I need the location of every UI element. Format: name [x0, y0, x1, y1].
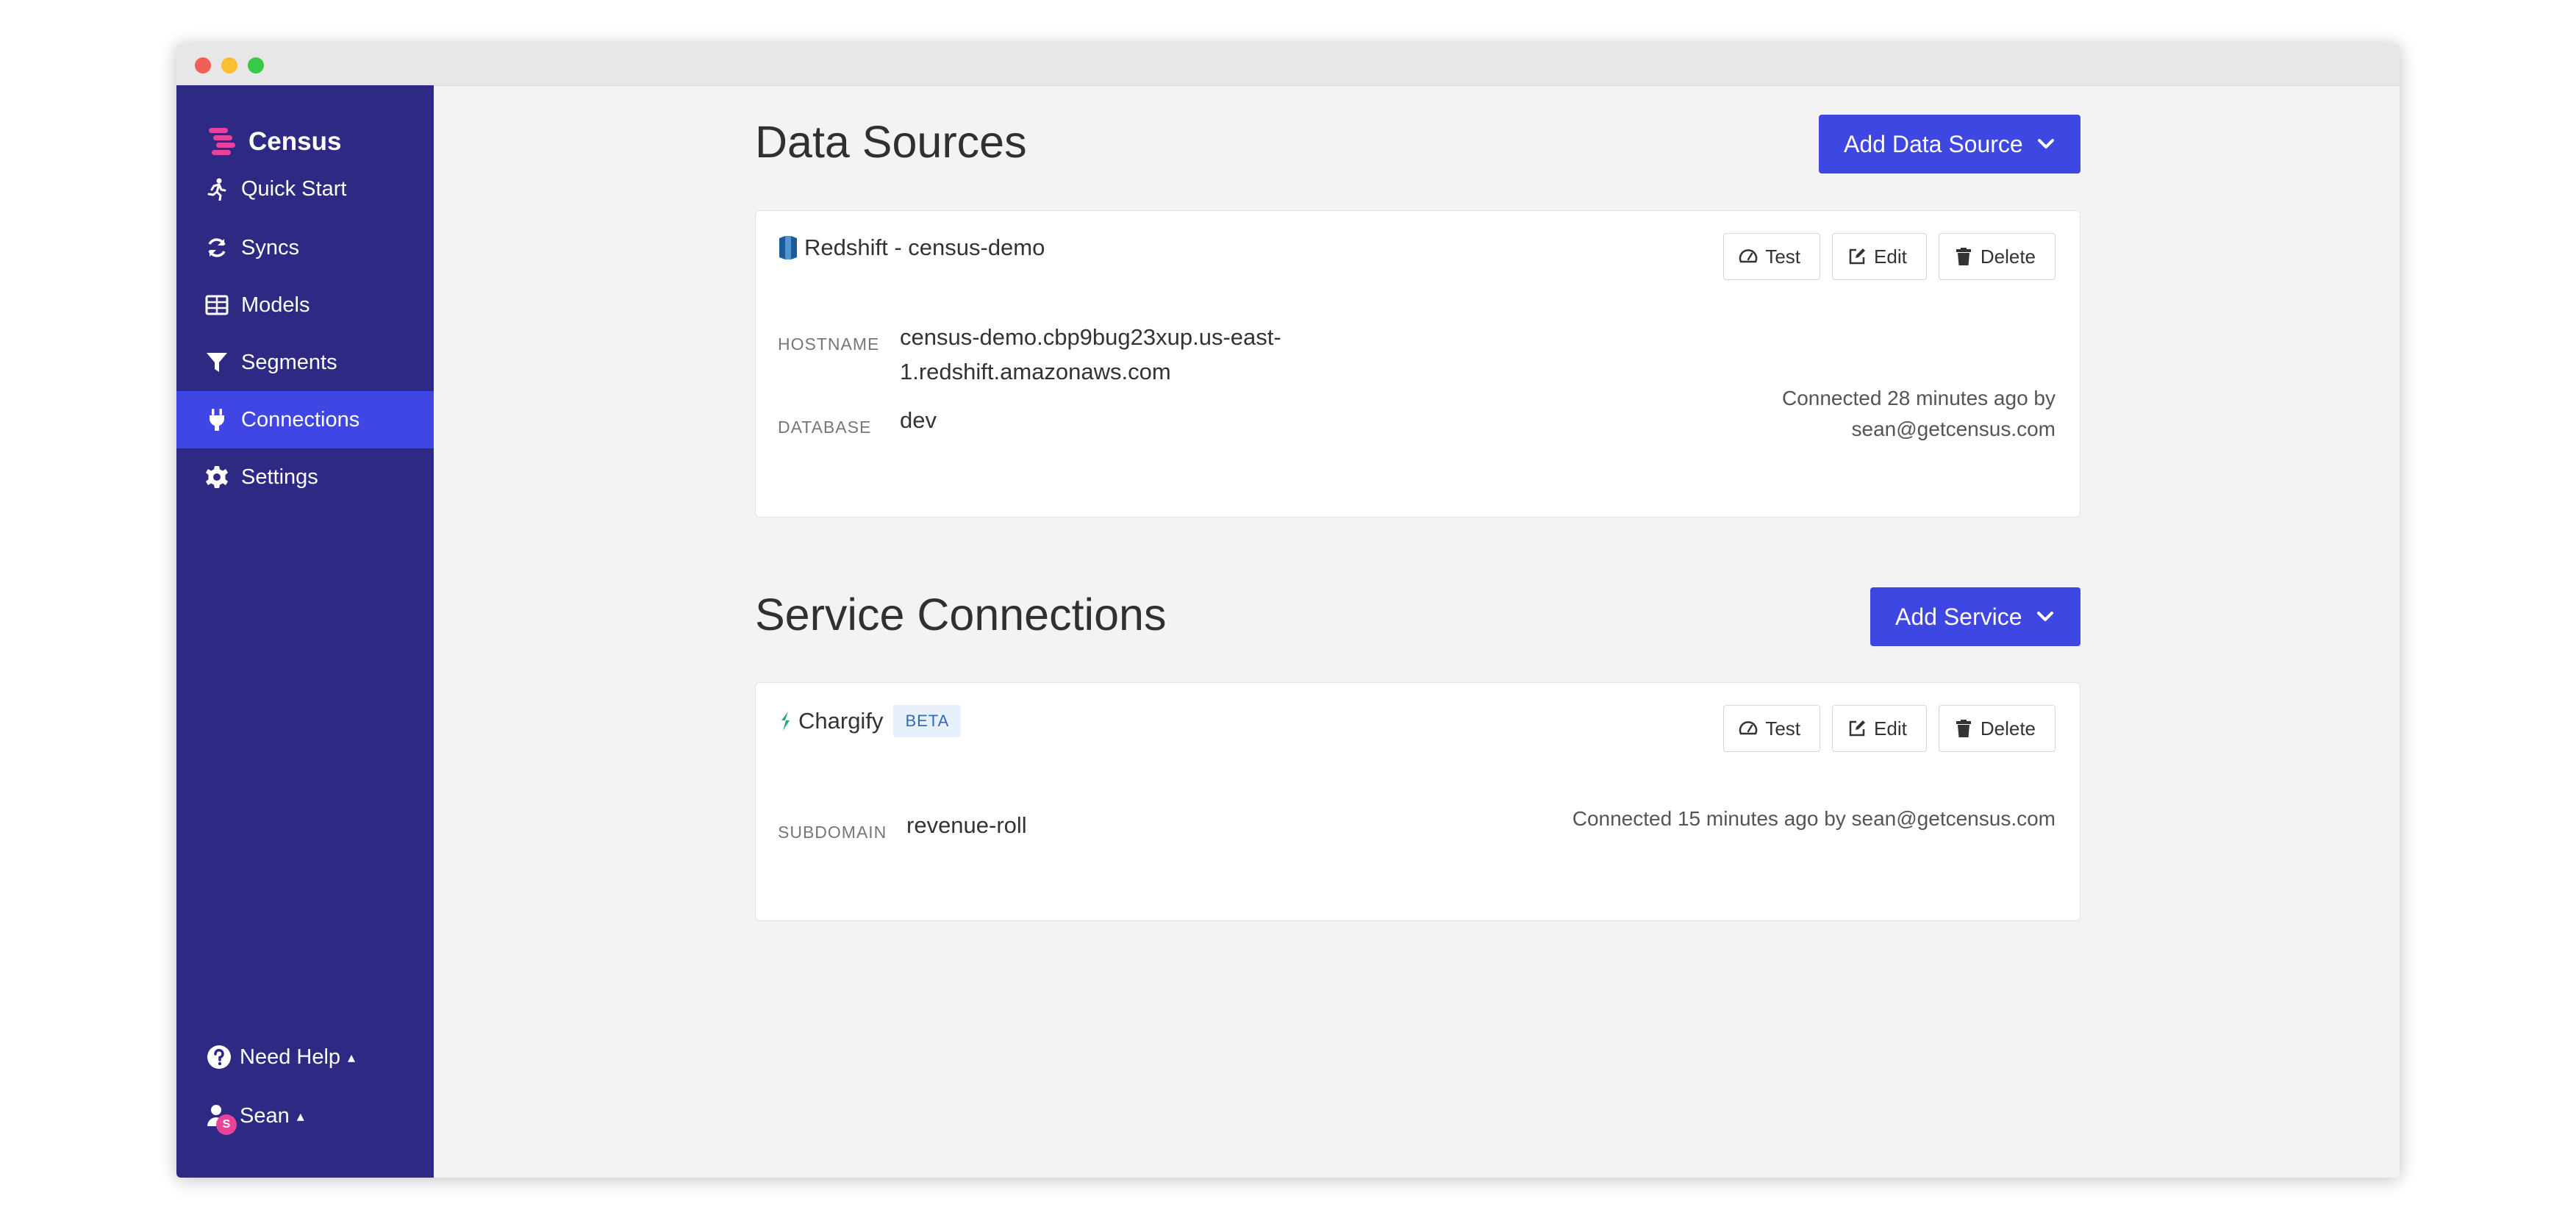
need-help-label: Need Help	[240, 1045, 341, 1069]
connected-info: Connected 15 minutes ago by sean@getcens…	[1572, 807, 2056, 830]
tachometer-icon	[1739, 249, 1758, 263]
service-connections-title: Service Connections	[755, 590, 1167, 640]
hostname-value-line2: 1.redshift.amazonaws.com	[900, 359, 1171, 384]
data-source-actions: Test Edit Delete	[1723, 233, 2056, 280]
database-value: dev	[900, 407, 937, 433]
data-sources-title: Data Sources	[755, 117, 1027, 167]
hostname-value-line1: census-demo.cbp9bug23xup.us-east-	[900, 324, 1281, 350]
add-service-label: Add Service	[1895, 603, 2022, 630]
chevron-down-icon	[2037, 139, 2054, 148]
sidebar-item-label: Connections	[241, 407, 360, 432]
caret-up-icon: ▴	[296, 1108, 304, 1125]
sidebar-item-label: Syncs	[241, 235, 299, 259]
test-button[interactable]: Test	[1723, 705, 1821, 752]
sidebar-item-label: Models	[241, 293, 310, 317]
chevron-down-icon	[2036, 612, 2053, 621]
connected-info-line1: Connected 28 minutes ago by	[1781, 387, 2056, 409]
delete-button[interactable]: Delete	[1938, 233, 2056, 280]
need-help-menu[interactable]: Need Help ▴	[206, 1039, 355, 1075]
user-menu[interactable]: S Sean ▴	[206, 1098, 304, 1135]
caret-up-icon: ▴	[348, 1049, 356, 1066]
maximize-window-button[interactable]	[248, 57, 264, 74]
running-icon	[204, 176, 229, 201]
beta-badge: BETA	[893, 705, 962, 737]
test-button-label: Test	[1765, 717, 1801, 740]
add-data-source-label: Add Data Source	[1844, 130, 2023, 157]
sync-icon	[204, 235, 229, 260]
hostname-value: census-demo.cbp9bug23xup.us-east- 1.reds…	[900, 320, 1281, 389]
add-service-button[interactable]: Add Service	[1870, 587, 2081, 646]
data-source-name: Redshift - census-demo	[778, 234, 1045, 261]
sidebar-item-models[interactable]: Models	[176, 276, 434, 334]
sidebar-item-quick-start[interactable]: Quick Start	[176, 160, 434, 218]
minimize-window-button[interactable]	[221, 57, 237, 74]
edit-icon	[1849, 248, 1866, 265]
avatar-badge: S	[216, 1114, 237, 1135]
sidebar-item-label: Quick Start	[241, 176, 347, 201]
delete-button[interactable]: Delete	[1938, 705, 2056, 752]
sidebar-item-settings[interactable]: Settings	[176, 448, 434, 506]
connected-info: Connected 28 minutes ago by sean@getcens…	[1782, 383, 2056, 445]
edit-button-label: Edit	[1874, 717, 1907, 740]
sidebar-item-label: Segments	[241, 350, 337, 374]
edit-icon	[1849, 720, 1866, 737]
database-label: DATABASE	[778, 418, 872, 437]
sidebar-item-syncs[interactable]: Syncs	[176, 219, 434, 276]
window-titlebar	[176, 44, 2400, 86]
brand[interactable]: Census	[206, 123, 341, 160]
subdomain-label: SUBDOMAIN	[778, 823, 887, 842]
subdomain-value: revenue-roll	[906, 812, 1027, 838]
data-source-name-label: Redshift - census-demo	[804, 234, 1045, 260]
delete-button-label: Delete	[1980, 717, 2036, 740]
user-name-label: Sean	[240, 1103, 290, 1128]
add-data-source-button[interactable]: Add Data Source	[1819, 115, 2081, 173]
connected-info-line2: sean@getcensus.com	[1851, 418, 2056, 440]
edit-button-label: Edit	[1874, 245, 1907, 268]
service-connection-card: Chargify BETA Test Edit Delete SUBDOMAIN…	[755, 682, 2081, 921]
close-window-button[interactable]	[195, 57, 211, 74]
service-actions: Test Edit Delete	[1723, 705, 2056, 752]
brand-name: Census	[248, 127, 342, 156]
test-button-label: Test	[1765, 245, 1801, 268]
census-logo-icon	[209, 128, 235, 155]
sidebar-item-label: Settings	[241, 465, 318, 489]
trash-icon	[1956, 248, 1971, 265]
service-name-label: Chargify	[798, 708, 884, 734]
trash-icon	[1956, 720, 1971, 737]
avatar: S	[206, 1103, 237, 1135]
tachometer-icon	[1739, 721, 1758, 735]
data-source-card: Redshift - census-demo Test Edit Delete …	[755, 210, 2081, 518]
service-name: Chargify BETA	[778, 705, 962, 737]
sidebar-item-connections[interactable]: Connections	[176, 391, 434, 448]
test-button[interactable]: Test	[1723, 233, 1821, 280]
delete-button-label: Delete	[1980, 245, 2036, 268]
edit-button[interactable]: Edit	[1832, 233, 1927, 280]
sidebar-item-segments[interactable]: Segments	[176, 334, 434, 391]
question-circle-icon	[207, 1045, 231, 1069]
edit-button[interactable]: Edit	[1832, 705, 1927, 752]
app-window: Census Quick Start Syncs Models Segments	[176, 44, 2400, 1178]
hostname-label: HOSTNAME	[778, 334, 880, 354]
plug-icon	[204, 407, 229, 432]
sidebar: Census Quick Start Syncs Models Segments	[176, 85, 434, 1178]
redshift-icon	[779, 236, 797, 259]
gear-icon	[204, 465, 229, 490]
filter-icon	[204, 350, 229, 375]
table-icon	[204, 293, 229, 318]
chargify-icon	[781, 712, 790, 731]
